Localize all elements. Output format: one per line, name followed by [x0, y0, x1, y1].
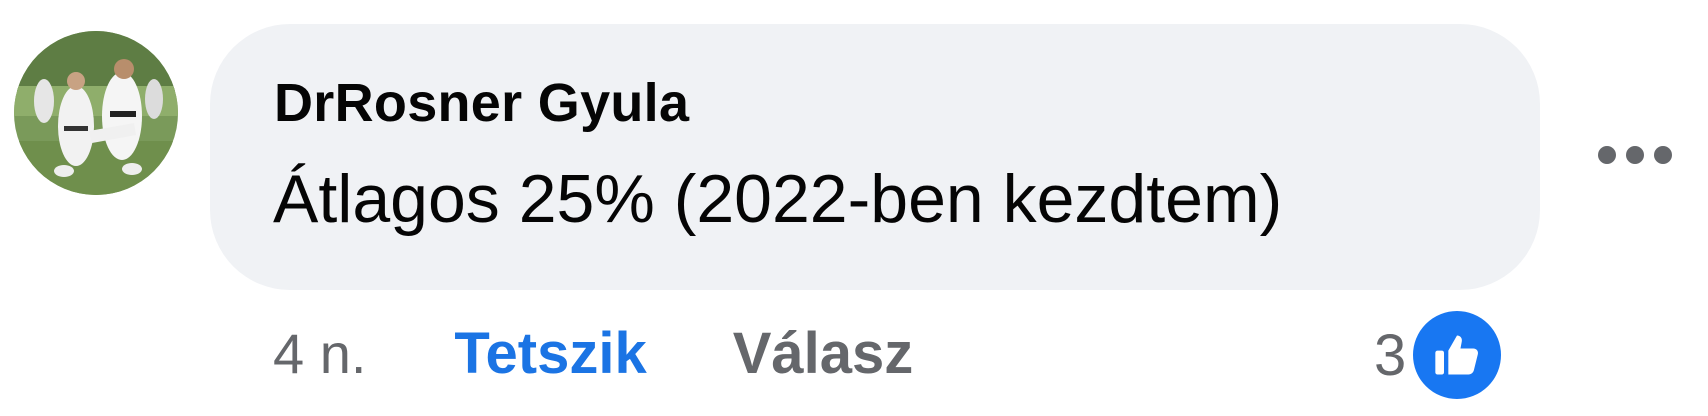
thumbs-up-icon [1435, 335, 1479, 375]
more-dot [1598, 146, 1616, 164]
more-dot [1654, 146, 1672, 164]
like-button[interactable]: Tetszik [454, 320, 646, 387]
reply-button[interactable]: Válasz [733, 320, 914, 387]
more-dot [1626, 146, 1644, 164]
avatar-photo [14, 31, 178, 195]
reaction-count: 3 [1374, 322, 1407, 388]
comment-actions: 4 n. Tetszik Válasz [273, 318, 913, 388]
like-icon [1410, 308, 1505, 402]
reaction-summary[interactable]: 3 [1374, 308, 1505, 402]
more-options-icon[interactable] [1598, 140, 1672, 170]
comment-text: Átlagos 25% (2022-ben kezdtem) [273, 161, 1283, 237]
comment-author[interactable]: DrRosner Gyula [274, 72, 689, 134]
comment-time[interactable]: 4 n. [273, 321, 366, 386]
comment-bubble: DrRosner Gyula Átlagos 25% (2022-ben kez… [210, 24, 1540, 290]
avatar[interactable] [14, 31, 178, 195]
comment: DrRosner Gyula Átlagos 25% (2022-ben kez… [0, 0, 1708, 416]
